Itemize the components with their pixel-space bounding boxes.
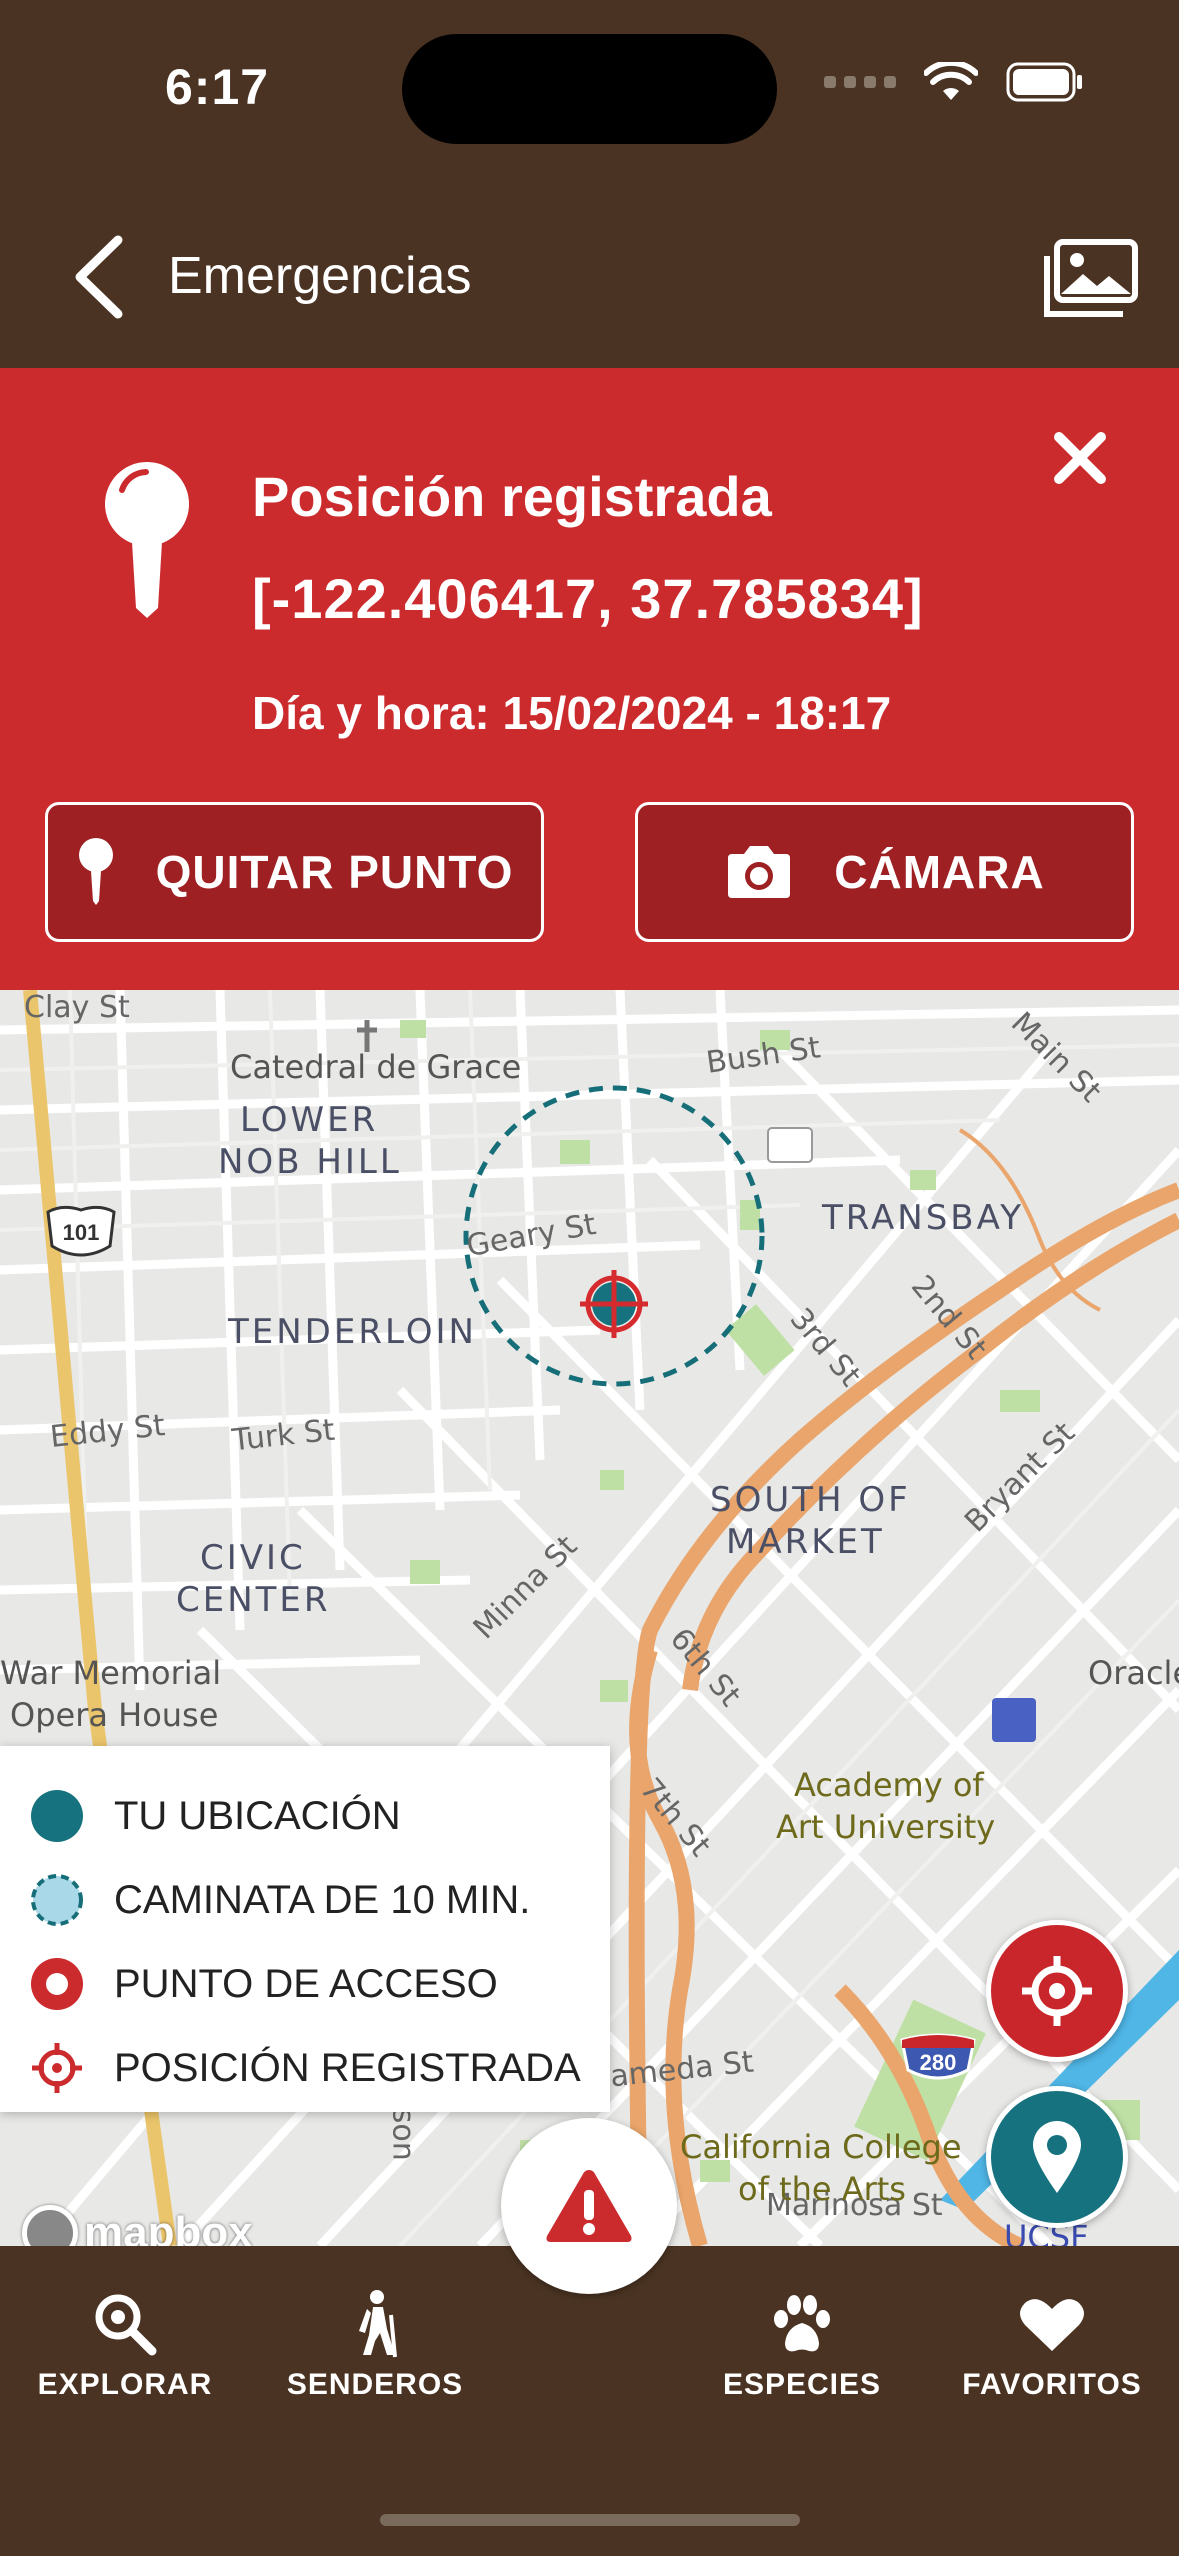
warning-icon xyxy=(546,2170,632,2242)
tab-label: FAVORITOS xyxy=(962,2368,1142,2401)
street-label: Clay St xyxy=(24,990,130,1025)
home-indicator xyxy=(380,2514,800,2526)
recorded-position-alert: Posición registrada [-122.406417, 37.785… xyxy=(0,368,1179,990)
hiker-icon xyxy=(359,2290,397,2358)
legend-item: POSICIÓN REGISTRADA xyxy=(30,2026,610,2110)
neighborhood-label: CENTER xyxy=(176,1580,331,1620)
highway-280-number: 280 xyxy=(920,2050,957,2075)
poi-label: of the Arts xyxy=(738,2170,906,2208)
coordinates-text: [-122.406417, 37.785834] xyxy=(252,567,924,630)
location-pin-icon xyxy=(1033,2121,1081,2193)
record-position-button[interactable] xyxy=(986,1920,1128,2062)
neighborhood-label: SOUTH OF xyxy=(710,1480,911,1520)
poi-label: Art University xyxy=(776,1808,996,1846)
poi-label: Catedral de Grace xyxy=(230,1048,522,1086)
status-time: 6:17 xyxy=(165,59,270,115)
heart-icon xyxy=(1020,2299,1084,2351)
neighborhood-label: CIVIC xyxy=(200,1538,306,1578)
neighborhood-label: LOWER xyxy=(240,1100,379,1140)
poi-label: California College xyxy=(680,2128,962,2166)
camera-label: CÁMARA xyxy=(834,846,1045,898)
access-point-icon xyxy=(31,1958,83,2010)
search-icon xyxy=(95,2294,157,2356)
user-location-icon xyxy=(31,1790,83,1842)
walk-radius-icon xyxy=(31,1874,83,1926)
remove-point-button[interactable]: QUITAR PUNTO xyxy=(45,802,544,942)
tab-favoritos[interactable]: FAVORITOS xyxy=(942,2286,1162,2402)
remove-point-label: QUITAR PUNTO xyxy=(155,846,514,898)
legend-item: CAMINATA DE 10 MIN. xyxy=(30,1858,610,1942)
map-legend: TU UBICACIÓN CAMINATA DE 10 MIN. PUNTO D… xyxy=(0,1746,610,2112)
dynamic-island xyxy=(402,34,777,144)
poi-label: War Memorial xyxy=(0,1654,222,1692)
legend-label: POSICIÓN REGISTRADA xyxy=(114,2045,581,2090)
camera-button[interactable]: CÁMARA xyxy=(635,802,1134,942)
neighborhood-label: TENDERLOIN xyxy=(228,1312,477,1352)
wifi-icon xyxy=(924,62,978,100)
paw-icon xyxy=(774,2295,830,2352)
alert-title: Posición registrada xyxy=(252,465,772,528)
tab-label: SENDEROS xyxy=(286,2368,464,2401)
highway-101-number: 101 xyxy=(63,1220,100,1245)
tab-senderos[interactable]: SENDEROS xyxy=(265,2286,485,2402)
poi-label: Academy of xyxy=(794,1766,984,1804)
close-icon[interactable] xyxy=(1045,423,1115,493)
highway-280-shield: 280 xyxy=(900,2033,976,2080)
neighborhood-label: MARKET xyxy=(726,1522,885,1562)
tab-label: ESPECIES xyxy=(722,2368,882,2401)
poi-label: Oracle xyxy=(1088,1654,1179,1692)
neighborhood-label: NOB HILL xyxy=(218,1142,402,1182)
legend-item: TU UBICACIÓN xyxy=(30,1774,610,1858)
tab-explorar[interactable]: EXPLORAR xyxy=(15,2286,235,2402)
neighborhood-label: TRANSBAY xyxy=(822,1198,1025,1238)
legend-label: PUNTO DE ACCESO xyxy=(114,1961,498,2006)
tab-especies[interactable]: ESPECIES xyxy=(692,2286,912,2402)
tab-label: EXPLORAR xyxy=(37,2368,213,2401)
crosshair-icon xyxy=(1022,1956,1092,2026)
emergency-button[interactable] xyxy=(501,2118,677,2294)
battery-icon xyxy=(1006,62,1082,102)
map-pin-icon xyxy=(78,838,113,905)
cellular-signal-icon xyxy=(824,76,896,88)
chevron-left-icon[interactable] xyxy=(66,232,136,322)
date-time-text: Día y hora: 15/02/2024 - 18:17 xyxy=(252,687,892,739)
status-icons xyxy=(824,62,1084,102)
top-bar: 6:17 Emergencias xyxy=(0,0,1179,368)
poi-label: Opera House xyxy=(10,1696,219,1734)
legend-label: TU UBICACIÓN xyxy=(114,1793,401,1838)
page-title: Emergencias xyxy=(168,247,472,305)
nav-bar: Emergencias xyxy=(0,220,1179,330)
highway-101-shield: 101 xyxy=(46,1205,116,1257)
crosshair-icon xyxy=(32,2043,82,2093)
map-pin-icon xyxy=(105,462,189,618)
my-location-button[interactable] xyxy=(986,2086,1128,2228)
camera-icon xyxy=(728,846,791,898)
legend-label: CAMINATA DE 10 MIN. xyxy=(114,1877,531,1922)
photo-gallery-icon[interactable] xyxy=(1043,238,1139,318)
legend-item: PUNTO DE ACCESO xyxy=(30,1942,610,2026)
